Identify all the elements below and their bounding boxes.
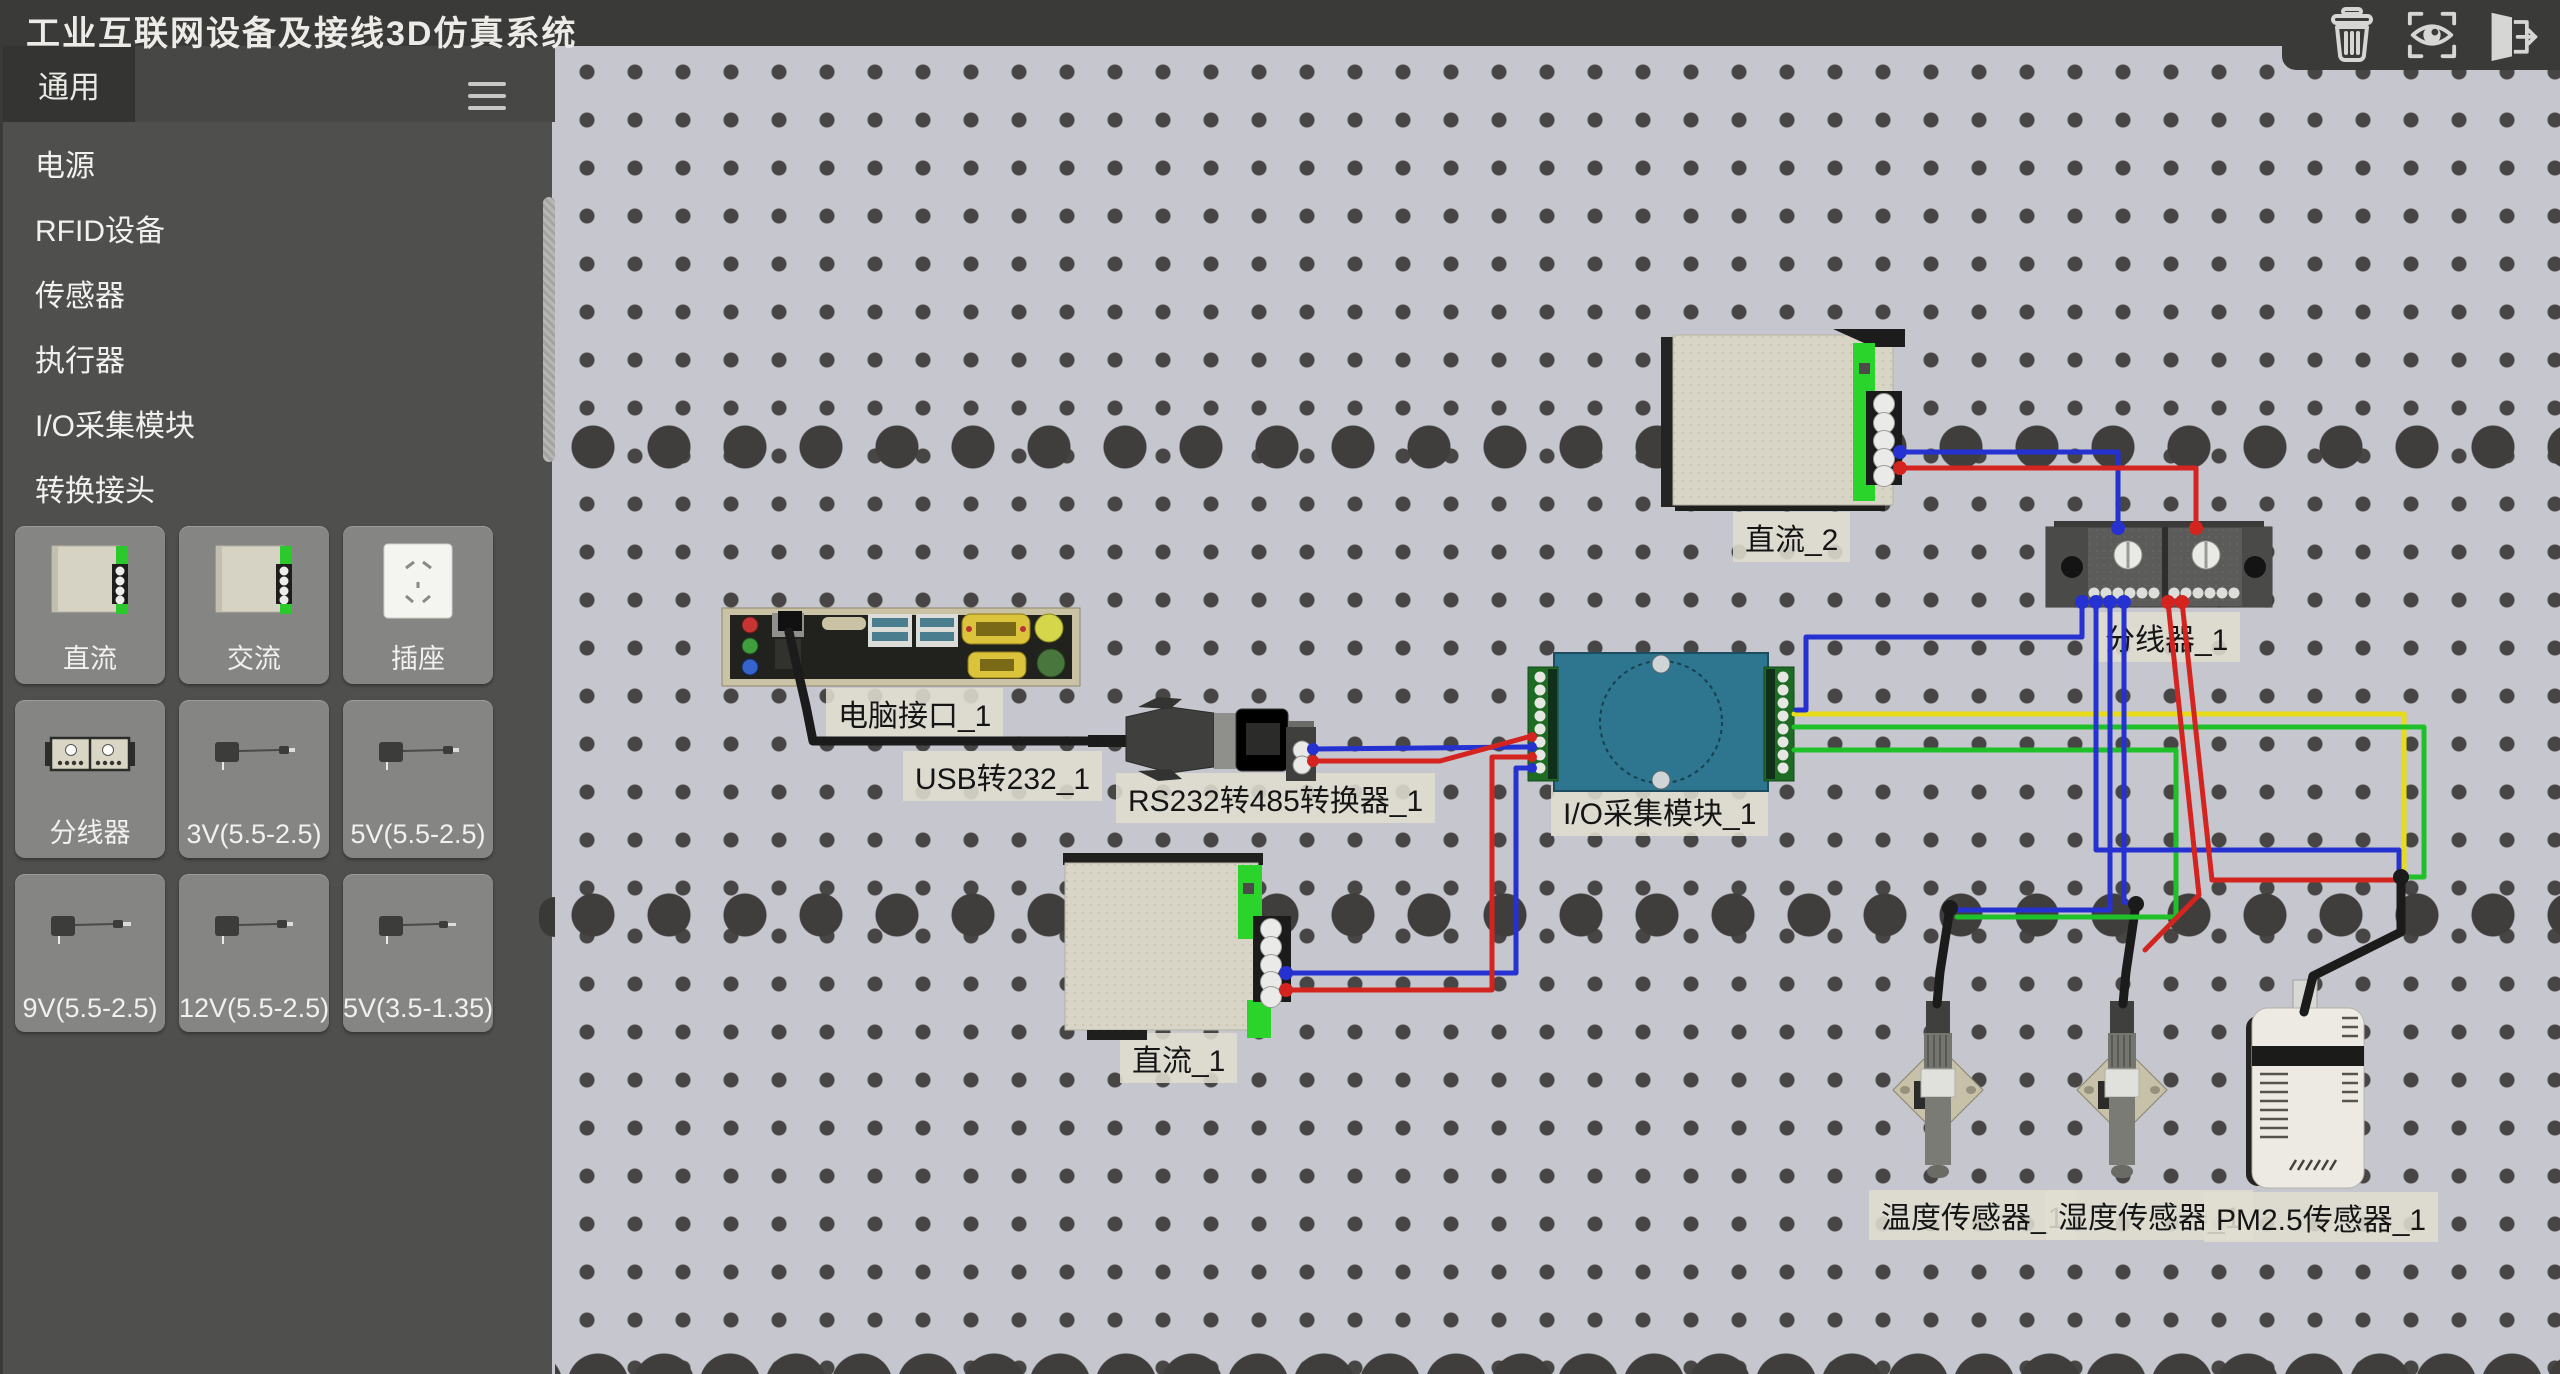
device-temp-sensor[interactable] bbox=[1893, 1001, 1983, 1178]
palette-item-dc[interactable]: 直流 bbox=[15, 526, 165, 684]
workspace-canvas[interactable]: 直流_2 电脑接口_1 USB转232_1 RS232转485转换器_1 I/O… bbox=[555, 46, 2560, 1374]
device-label-pm25: PM2.5传感器_1 bbox=[2204, 1192, 2438, 1242]
device-label-io: I/O采集模块_1 bbox=[1551, 786, 1768, 836]
menu-item-power[interactable]: 电源 bbox=[3, 134, 533, 199]
adapter-icon bbox=[343, 880, 493, 984]
menu-item-sensor[interactable]: 传感器 bbox=[3, 264, 533, 329]
palette-grid: 直流 交流 bbox=[15, 526, 527, 1032]
tab-general[interactable]: 通用 bbox=[3, 46, 135, 122]
adapter-icon bbox=[343, 706, 493, 810]
cable-humid-sensor[interactable] bbox=[2123, 904, 2136, 1004]
wires bbox=[1286, 452, 2424, 990]
menu-icon[interactable] bbox=[468, 82, 506, 112]
wire-green-io-temp[interactable] bbox=[1794, 750, 2176, 917]
serial-ports bbox=[962, 614, 1030, 678]
ac-power-icon bbox=[179, 532, 329, 636]
palette-item-9v[interactable]: 9V(5.5-2.5) bbox=[15, 874, 165, 1032]
menu-item-rfid[interactable]: RFID设备 bbox=[3, 199, 533, 264]
view-focus-icon[interactable] bbox=[2406, 7, 2458, 63]
palette-item-label: 9V(5.5-2.5) bbox=[15, 993, 165, 1024]
device-splitter[interactable] bbox=[2046, 521, 2272, 607]
sidebar-scrollbar[interactable] bbox=[543, 197, 555, 462]
dc1-terminal-block[interactable] bbox=[1253, 916, 1291, 1002]
dc2-terminal-block[interactable] bbox=[1866, 391, 1902, 485]
device-pc-panel[interactable] bbox=[722, 608, 1080, 686]
category-menu: 电源 RFID设备 传感器 执行器 I/O采集模块 转换接头 bbox=[3, 134, 533, 524]
socket-icon bbox=[343, 532, 493, 636]
adapter-icon bbox=[179, 880, 329, 984]
palette-item-label: 分线器 bbox=[15, 811, 165, 850]
palette-item-label: 5V(5.5-2.5) bbox=[343, 819, 493, 850]
menu-item-io[interactable]: I/O采集模块 bbox=[3, 394, 533, 459]
wire-red-rs232-io[interactable] bbox=[1313, 737, 1528, 761]
audio-jack-green bbox=[742, 638, 758, 654]
cable-pm25-sensor[interactable] bbox=[2304, 877, 2401, 1012]
trash-icon[interactable] bbox=[2326, 7, 2378, 63]
wire-yellow-io-pm25[interactable] bbox=[1794, 714, 2404, 876]
device-label-splitter: 分线器_1 bbox=[2093, 612, 2240, 662]
palette-item-5v-slim[interactable]: 5V(3.5-1.35) bbox=[343, 874, 493, 1032]
sidebar-collapse-handle[interactable] bbox=[539, 897, 555, 937]
palette-item-3v[interactable]: 3V(5.5-2.5) bbox=[179, 700, 329, 858]
audio-jack-blue bbox=[742, 659, 758, 675]
palette-item-label: 12V(5.5-2.5) bbox=[179, 993, 329, 1024]
palette-tab-bar: 通用 bbox=[3, 46, 555, 122]
palette-item-12v[interactable]: 12V(5.5-2.5) bbox=[179, 874, 329, 1032]
device-label-dc1: 直流_1 bbox=[1120, 1033, 1237, 1083]
wire-green-io-pm25[interactable] bbox=[1794, 727, 2424, 877]
dc-power-icon bbox=[15, 532, 165, 636]
device-label-rs232: RS232转485转换器_1 bbox=[1116, 773, 1435, 823]
device-label-dc2: 直流_2 bbox=[1733, 512, 1850, 562]
palette-item-label: 交流 bbox=[179, 637, 329, 676]
device-label-pc: 电脑接口_1 bbox=[826, 688, 1003, 738]
device-rs232-485[interactable] bbox=[1088, 697, 1316, 781]
ps2-port-green bbox=[1037, 649, 1065, 677]
ps2-port-yellow bbox=[1035, 614, 1063, 642]
device-dc2[interactable] bbox=[1661, 329, 1905, 511]
palette-item-socket[interactable]: 插座 bbox=[343, 526, 493, 684]
adapter-icon bbox=[179, 706, 329, 810]
device-label-usb: USB转232_1 bbox=[903, 751, 1102, 801]
palette-item-label: 插座 bbox=[343, 637, 493, 676]
device-humid-sensor[interactable] bbox=[2077, 1001, 2167, 1178]
usb-ports bbox=[868, 614, 958, 647]
palette-item-splitter[interactable]: 分线器 bbox=[15, 700, 165, 858]
wire-blue-rs232-io[interactable] bbox=[1313, 747, 1528, 749]
wire-blue-dc2-splitter[interactable] bbox=[1900, 452, 2118, 530]
audio-jack-red bbox=[742, 617, 758, 633]
wire-red-dc2-splitter[interactable] bbox=[1900, 468, 2196, 530]
palette-item-5v[interactable]: 5V(5.5-2.5) bbox=[343, 700, 493, 858]
exit-icon[interactable] bbox=[2486, 7, 2538, 63]
menu-item-actuator[interactable]: 执行器 bbox=[3, 329, 533, 394]
title-bar: 工业互联网设备及接线3D仿真系统 bbox=[0, 0, 2560, 46]
palette-item-label: 3V(5.5-2.5) bbox=[179, 819, 329, 850]
page-title: 工业互联网设备及接线3D仿真系统 bbox=[26, 6, 577, 55]
wire-blue-splitter-temp[interactable] bbox=[1953, 602, 2110, 910]
menu-item-adapter[interactable]: 转换接头 bbox=[3, 459, 533, 524]
palette-item-label: 直流 bbox=[15, 637, 165, 676]
device-pm25-sensor[interactable] bbox=[2246, 980, 2364, 1188]
splitter-icon bbox=[15, 706, 165, 810]
device-palette-sidebar: 通用 电源 RFID设备 传感器 执行器 I/O采集模块 转换接头 bbox=[0, 46, 552, 1374]
io-terminal-left[interactable] bbox=[1528, 667, 1558, 781]
adapter-icon bbox=[15, 880, 165, 984]
toolbar bbox=[2282, 0, 2560, 70]
io-terminal-right[interactable] bbox=[1764, 667, 1794, 781]
cable-temp-sensor[interactable] bbox=[1937, 908, 1950, 1004]
palette-item-ac[interactable]: 交流 bbox=[179, 526, 329, 684]
device-io-module[interactable] bbox=[1528, 653, 1794, 791]
palette-item-label: 5V(3.5-1.35) bbox=[343, 993, 493, 1024]
device-dc1[interactable] bbox=[1063, 853, 1291, 1040]
wire-blue-splitter-io[interactable] bbox=[1796, 602, 2082, 710]
